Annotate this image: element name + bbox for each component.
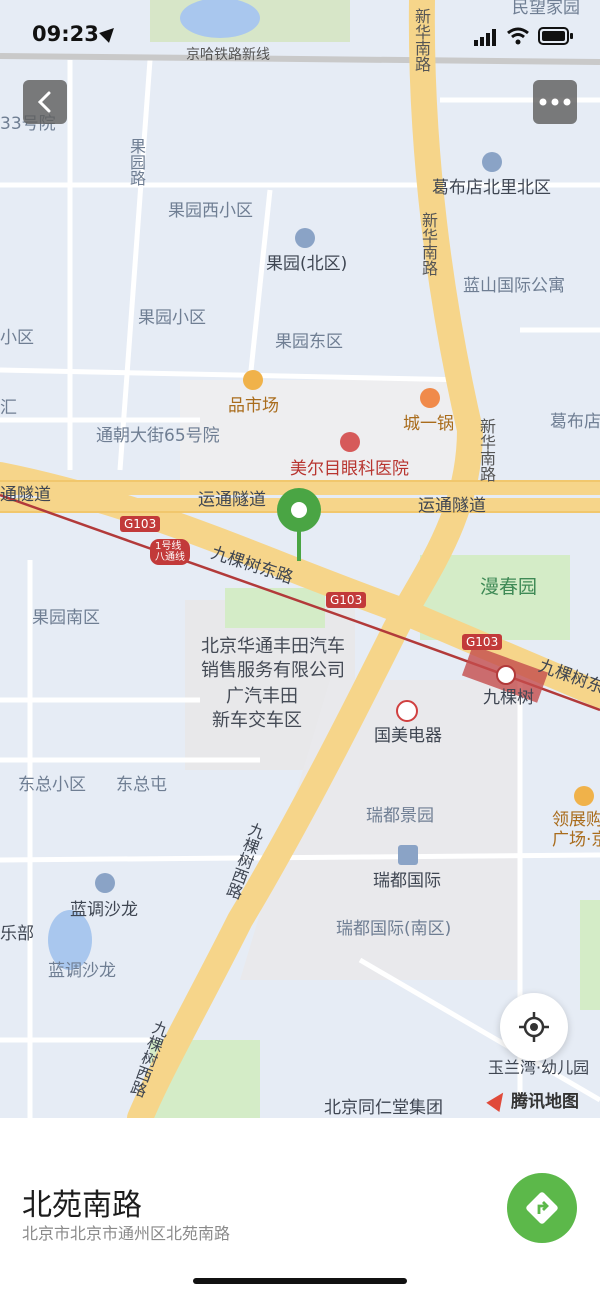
label-tongchao65: 通朝大街65号院 (96, 426, 220, 446)
map-view[interactable]: 民望家园 京哈铁路新线 33号院 果园路 果园西小区 果园(北区) 果园小区 果… (0, 0, 600, 1118)
label-guoyuan-west: 果园西小区 (168, 201, 253, 221)
label-lebu: 乐部 (0, 924, 34, 944)
back-button[interactable] (23, 80, 67, 124)
label-g103-b: G103 (326, 592, 367, 608)
label-dongzong-tun: 东总屯 (116, 775, 167, 795)
hospital-icon (340, 432, 360, 452)
more-icon (539, 98, 571, 106)
locate-button[interactable] (500, 993, 568, 1061)
route-button[interactable] (507, 1173, 577, 1243)
label-metro-line: 1号线 八通线 (150, 539, 190, 565)
label-manchunyuan: 漫春园 (480, 576, 538, 598)
map-brand: 腾讯地图 (486, 1087, 579, 1112)
label-gebudian: 葛布店北里北区 (432, 178, 551, 198)
map-pin-icon[interactable] (276, 487, 322, 563)
place-name: 北苑南路 (22, 1188, 142, 1223)
store-icon (396, 700, 418, 722)
label-ruidu-jy: 瑞都景园 (366, 806, 434, 826)
mall-icon (574, 786, 594, 806)
label-guoyuan-xq: 果园小区 (138, 308, 206, 328)
status-bar: 09:23 (0, 0, 600, 70)
label-left-hui: 汇 (0, 398, 17, 418)
label-guoyuan-road: 果园路 (127, 138, 146, 186)
label-guoyuan-south: 果园南区 (32, 608, 100, 628)
battery-icon (538, 27, 574, 45)
label-yuntong-2: 运通隧道 (418, 496, 486, 516)
more-button[interactable] (533, 80, 577, 124)
label-jiukeshu-station: 九棵树 (483, 688, 534, 708)
residential-icon (295, 228, 315, 248)
map-brand-label: 腾讯地图 (511, 1092, 579, 1112)
label-yuntong-left: 通隧道 (0, 485, 51, 505)
route-icon (526, 1192, 558, 1224)
locate-icon (519, 1012, 549, 1042)
label-meier: 美尔目眼科医院 (290, 459, 409, 479)
label-yuntong-1: 运通隧道 (198, 490, 266, 510)
status-time: 09:23 (32, 22, 99, 46)
restaurant-icon (420, 388, 440, 408)
residential-icon (482, 152, 502, 172)
location-arrow-icon (99, 23, 119, 43)
signal-icon (474, 28, 498, 46)
label-xinhua-2: 新华南路 (419, 212, 438, 276)
label-guoyuan-east: 果园东区 (275, 332, 343, 352)
label-lanshan: 蓝山国际公寓 (463, 276, 565, 296)
label-chengyiguo: 城一锅 (403, 414, 454, 434)
label-ruidu-gj: 瑞都国际 (373, 871, 441, 891)
label-dongzong-xq: 东总小区 (18, 775, 86, 795)
home-indicator (193, 1278, 407, 1284)
label-tongrentang: 北京同仁堂集团 (324, 1098, 443, 1118)
label-huatong-2: 销售服务有限公司 (201, 660, 345, 681)
label-lingzhan-1: 领展购 (552, 810, 600, 830)
label-left-xq: 小区 (0, 328, 34, 348)
label-g103-c: G103 (462, 634, 503, 650)
label-g103-a: G103 (120, 516, 161, 532)
label-lingzhan-2: 广场·京 (552, 830, 600, 850)
residential-icon (95, 873, 115, 893)
label-gome: 国美电器 (374, 726, 442, 746)
label-landiao-1: 蓝调沙龙 (70, 900, 138, 920)
label-gebudian2: 葛布店 (550, 412, 600, 432)
label-guangqi-1: 广汽丰田 (226, 686, 298, 707)
label-guoyuan-north: 果园(北区) (266, 254, 348, 274)
label-huatong-1: 北京华通丰田汽车 (201, 636, 345, 657)
label-ruidu-south: 瑞都国际(南区) (336, 919, 452, 939)
label-pinshichang: 品市场 (228, 396, 279, 416)
label-yulanwan: 玉兰湾·幼儿园 (488, 1058, 590, 1077)
label-xinhua-3: 新华南路 (477, 418, 496, 482)
place-address: 北京市北京市通州区北苑南路 (22, 1224, 231, 1243)
wifi-icon (506, 26, 530, 46)
label-landiao-2: 蓝调沙龙 (48, 961, 116, 981)
building-icon (398, 845, 418, 865)
label-guangqi-2: 新车交车区 (212, 710, 302, 731)
market-icon (243, 370, 263, 390)
compass-logo-icon (486, 1087, 510, 1112)
chevron-left-icon (37, 91, 51, 113)
